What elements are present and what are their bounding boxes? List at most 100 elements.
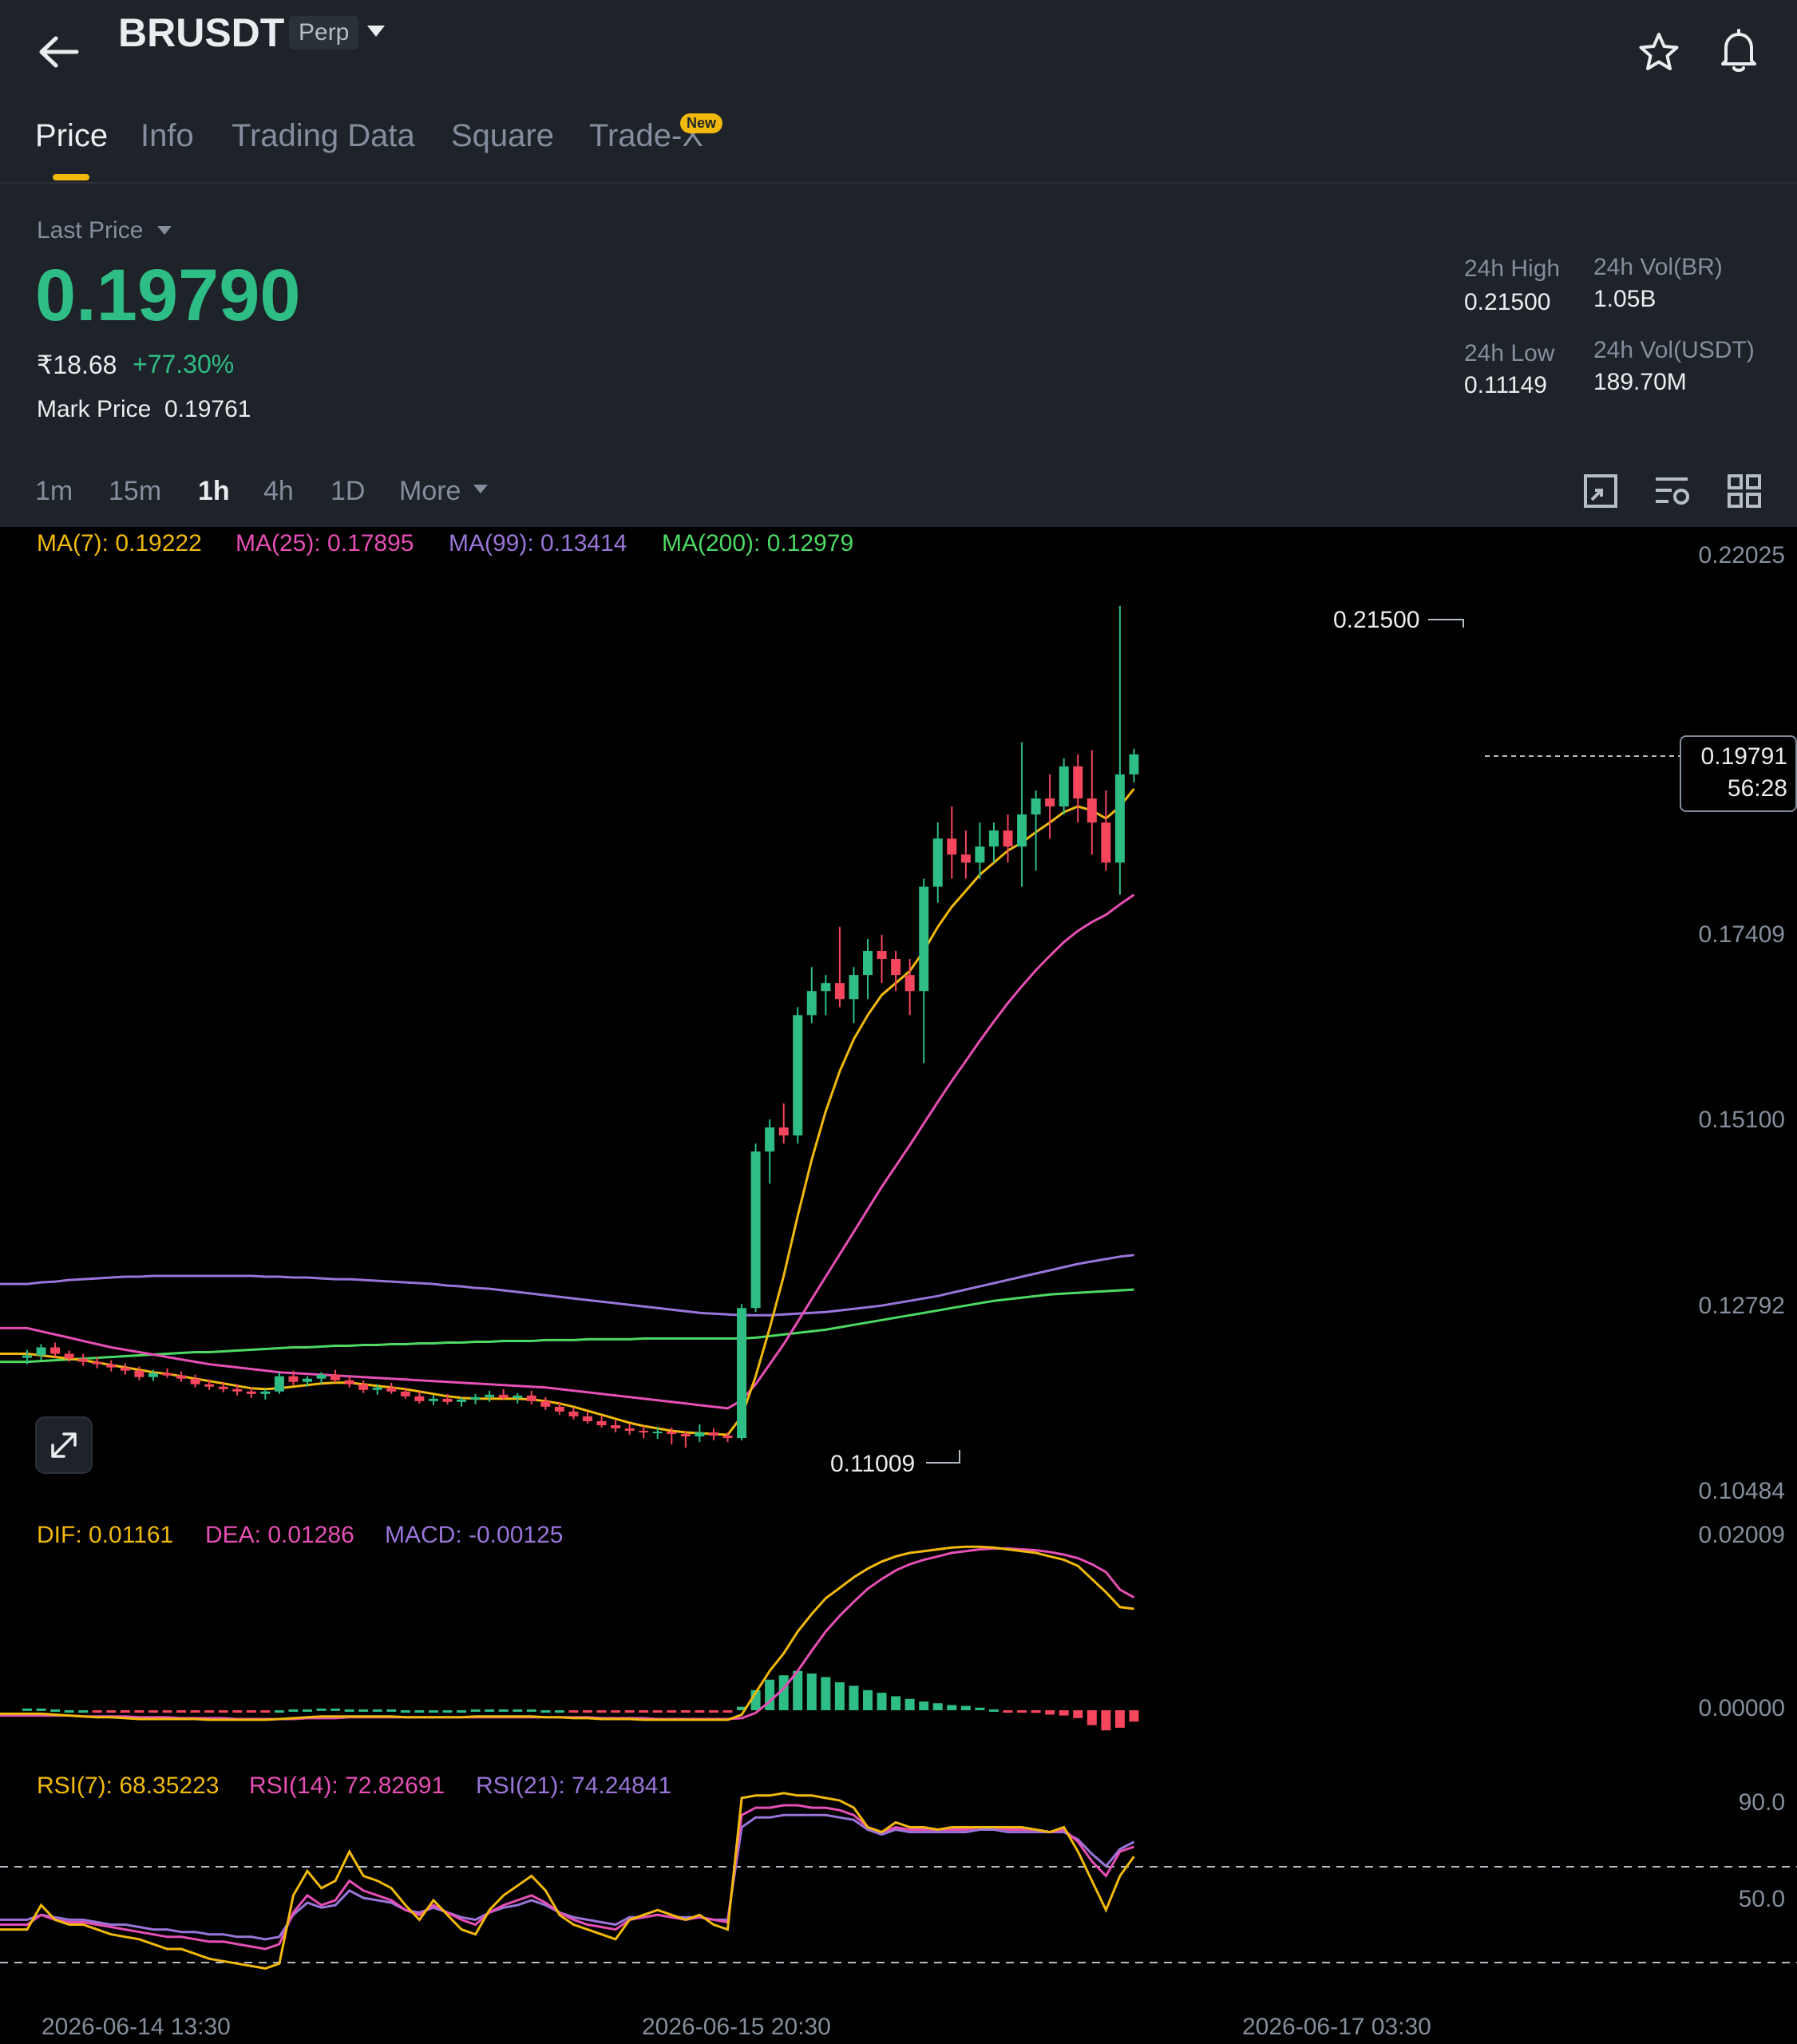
candle-body — [498, 1394, 509, 1398]
macd-histogram-bar — [260, 1710, 271, 1713]
interval-1h[interactable]: 1h — [198, 476, 230, 507]
price-tick: 0.15100 — [1699, 1107, 1785, 1133]
macd-histogram-bar — [583, 1710, 592, 1713]
symbol-dropdown-icon[interactable] — [364, 22, 388, 42]
price-type-dropdown-icon[interactable] — [155, 224, 174, 238]
price-tick: 0.22025 — [1699, 542, 1785, 568]
candle — [834, 926, 845, 1008]
candle — [750, 1143, 761, 1313]
candle-body — [204, 1384, 215, 1387]
candle-body — [611, 1424, 621, 1429]
new-badge: New — [680, 113, 723, 133]
chart-type-icon[interactable] — [1582, 473, 1619, 509]
ma200-legend: MA(200): 0.12979 — [662, 530, 853, 557]
macd-histogram-bar — [947, 1705, 957, 1710]
candle-body — [148, 1373, 158, 1377]
macd-histogram-bar — [316, 1708, 327, 1711]
candle-body — [288, 1376, 299, 1382]
star-icon[interactable] — [1637, 30, 1681, 75]
indicator-settings-icon[interactable] — [1653, 473, 1692, 509]
candle-body — [1059, 766, 1069, 807]
macd-histogram-bar — [1101, 1710, 1111, 1731]
interval-1d[interactable]: 1D — [331, 476, 365, 507]
candle-body — [975, 846, 985, 863]
grid-layout-icon[interactable] — [1726, 473, 1763, 509]
vol-quote-value: 189.70M — [1593, 369, 1687, 395]
macd-histogram-bar — [50, 1709, 61, 1712]
candle-body — [554, 1406, 564, 1412]
macd-histogram-bar — [1114, 1710, 1125, 1728]
candle — [470, 1393, 481, 1404]
low-marker-label: 0.11009 — [830, 1451, 915, 1477]
more-dropdown-icon[interactable] — [471, 482, 490, 497]
macd-histogram-bar — [218, 1710, 228, 1713]
candle-body — [877, 950, 887, 960]
macd-histogram-bar — [904, 1698, 915, 1710]
macd-histogram-bar — [863, 1689, 873, 1710]
candle-body — [540, 1400, 551, 1407]
low-marker: 0.11009 — [830, 1450, 960, 1477]
tab-price[interactable]: Price — [35, 118, 108, 154]
price-tick: 0.12792 — [1699, 1293, 1785, 1319]
dea-line — [0, 1547, 1135, 1721]
mark-price-value: 0.19761 — [164, 396, 251, 422]
macd-histogram-bar — [722, 1710, 733, 1713]
candle-body — [22, 1355, 32, 1358]
macd-histogram-bar — [821, 1677, 831, 1710]
tab-square[interactable]: Square — [451, 118, 554, 154]
interval-4h[interactable]: 4h — [263, 476, 294, 507]
candle-body — [92, 1361, 102, 1365]
candle — [162, 1368, 172, 1378]
candle-body — [316, 1374, 327, 1379]
candle-countdown: 56:28 — [1727, 775, 1787, 802]
candle-body — [1087, 798, 1097, 823]
high-marker: 0.21500 — [1333, 607, 1464, 633]
macd-legend: DIF: 0.01161 DEA: 0.01286 MACD: -0.00125 — [37, 1522, 563, 1548]
active-tab-indicator — [53, 174, 89, 180]
time-label: 2026-06-17 03:30 — [1242, 2014, 1431, 2040]
bell-icon[interactable] — [1716, 27, 1761, 75]
candle-body — [176, 1375, 187, 1379]
candle-body — [386, 1387, 397, 1392]
macd-histogram-bar — [64, 1710, 74, 1713]
vol-base-label: 24h Vol(BR) — [1593, 254, 1723, 280]
expand-chart-button[interactable] — [35, 1416, 93, 1474]
candle — [596, 1416, 607, 1428]
macd-histogram-bar — [120, 1710, 130, 1713]
macd-histogram-bar — [1045, 1710, 1055, 1715]
interval-1m[interactable]: 1m — [35, 476, 73, 507]
candle-body — [331, 1374, 341, 1380]
candle — [778, 1103, 789, 1144]
price-chart[interactable]: MA(7): 0.19222 MA(25): 0.17895 MA(99): 0… — [0, 527, 1797, 2044]
candle-body — [485, 1394, 495, 1397]
tab-trading-data[interactable]: Trading Data — [232, 118, 415, 154]
macd-histogram-bar — [639, 1710, 649, 1713]
candle — [50, 1342, 61, 1357]
tab-info[interactable]: Info — [141, 118, 194, 154]
macd-histogram-bar — [834, 1682, 845, 1710]
time-label: 2026-06-14 13:30 — [42, 2014, 231, 2040]
candle-body — [1003, 830, 1013, 847]
candle — [568, 1407, 579, 1420]
candle — [1087, 750, 1097, 855]
symbol-title[interactable]: BRUSDT — [118, 10, 284, 56]
current-price-tag-value: 0.19791 — [1700, 743, 1787, 770]
price-type-selector[interactable]: Last Price — [37, 217, 143, 244]
candle-body — [722, 1436, 733, 1439]
macd-histogram-bar — [372, 1709, 382, 1712]
macd-histogram-bar — [652, 1710, 663, 1713]
candle-body — [1129, 754, 1139, 774]
macd-histogram-bar — [400, 1710, 410, 1713]
interval-15m[interactable]: 15m — [109, 476, 161, 507]
macd-histogram-bar — [470, 1709, 481, 1712]
candle-body — [904, 975, 915, 992]
candle-body — [919, 886, 929, 992]
candle-body — [232, 1388, 243, 1392]
macd-histogram-bar — [960, 1705, 971, 1710]
more-intervals-button[interactable]: More — [399, 476, 461, 507]
candle — [947, 806, 957, 879]
candle — [526, 1390, 536, 1404]
macd-histogram-bar — [331, 1708, 341, 1711]
back-arrow-icon[interactable] — [35, 32, 83, 72]
candle-body — [1045, 798, 1055, 807]
